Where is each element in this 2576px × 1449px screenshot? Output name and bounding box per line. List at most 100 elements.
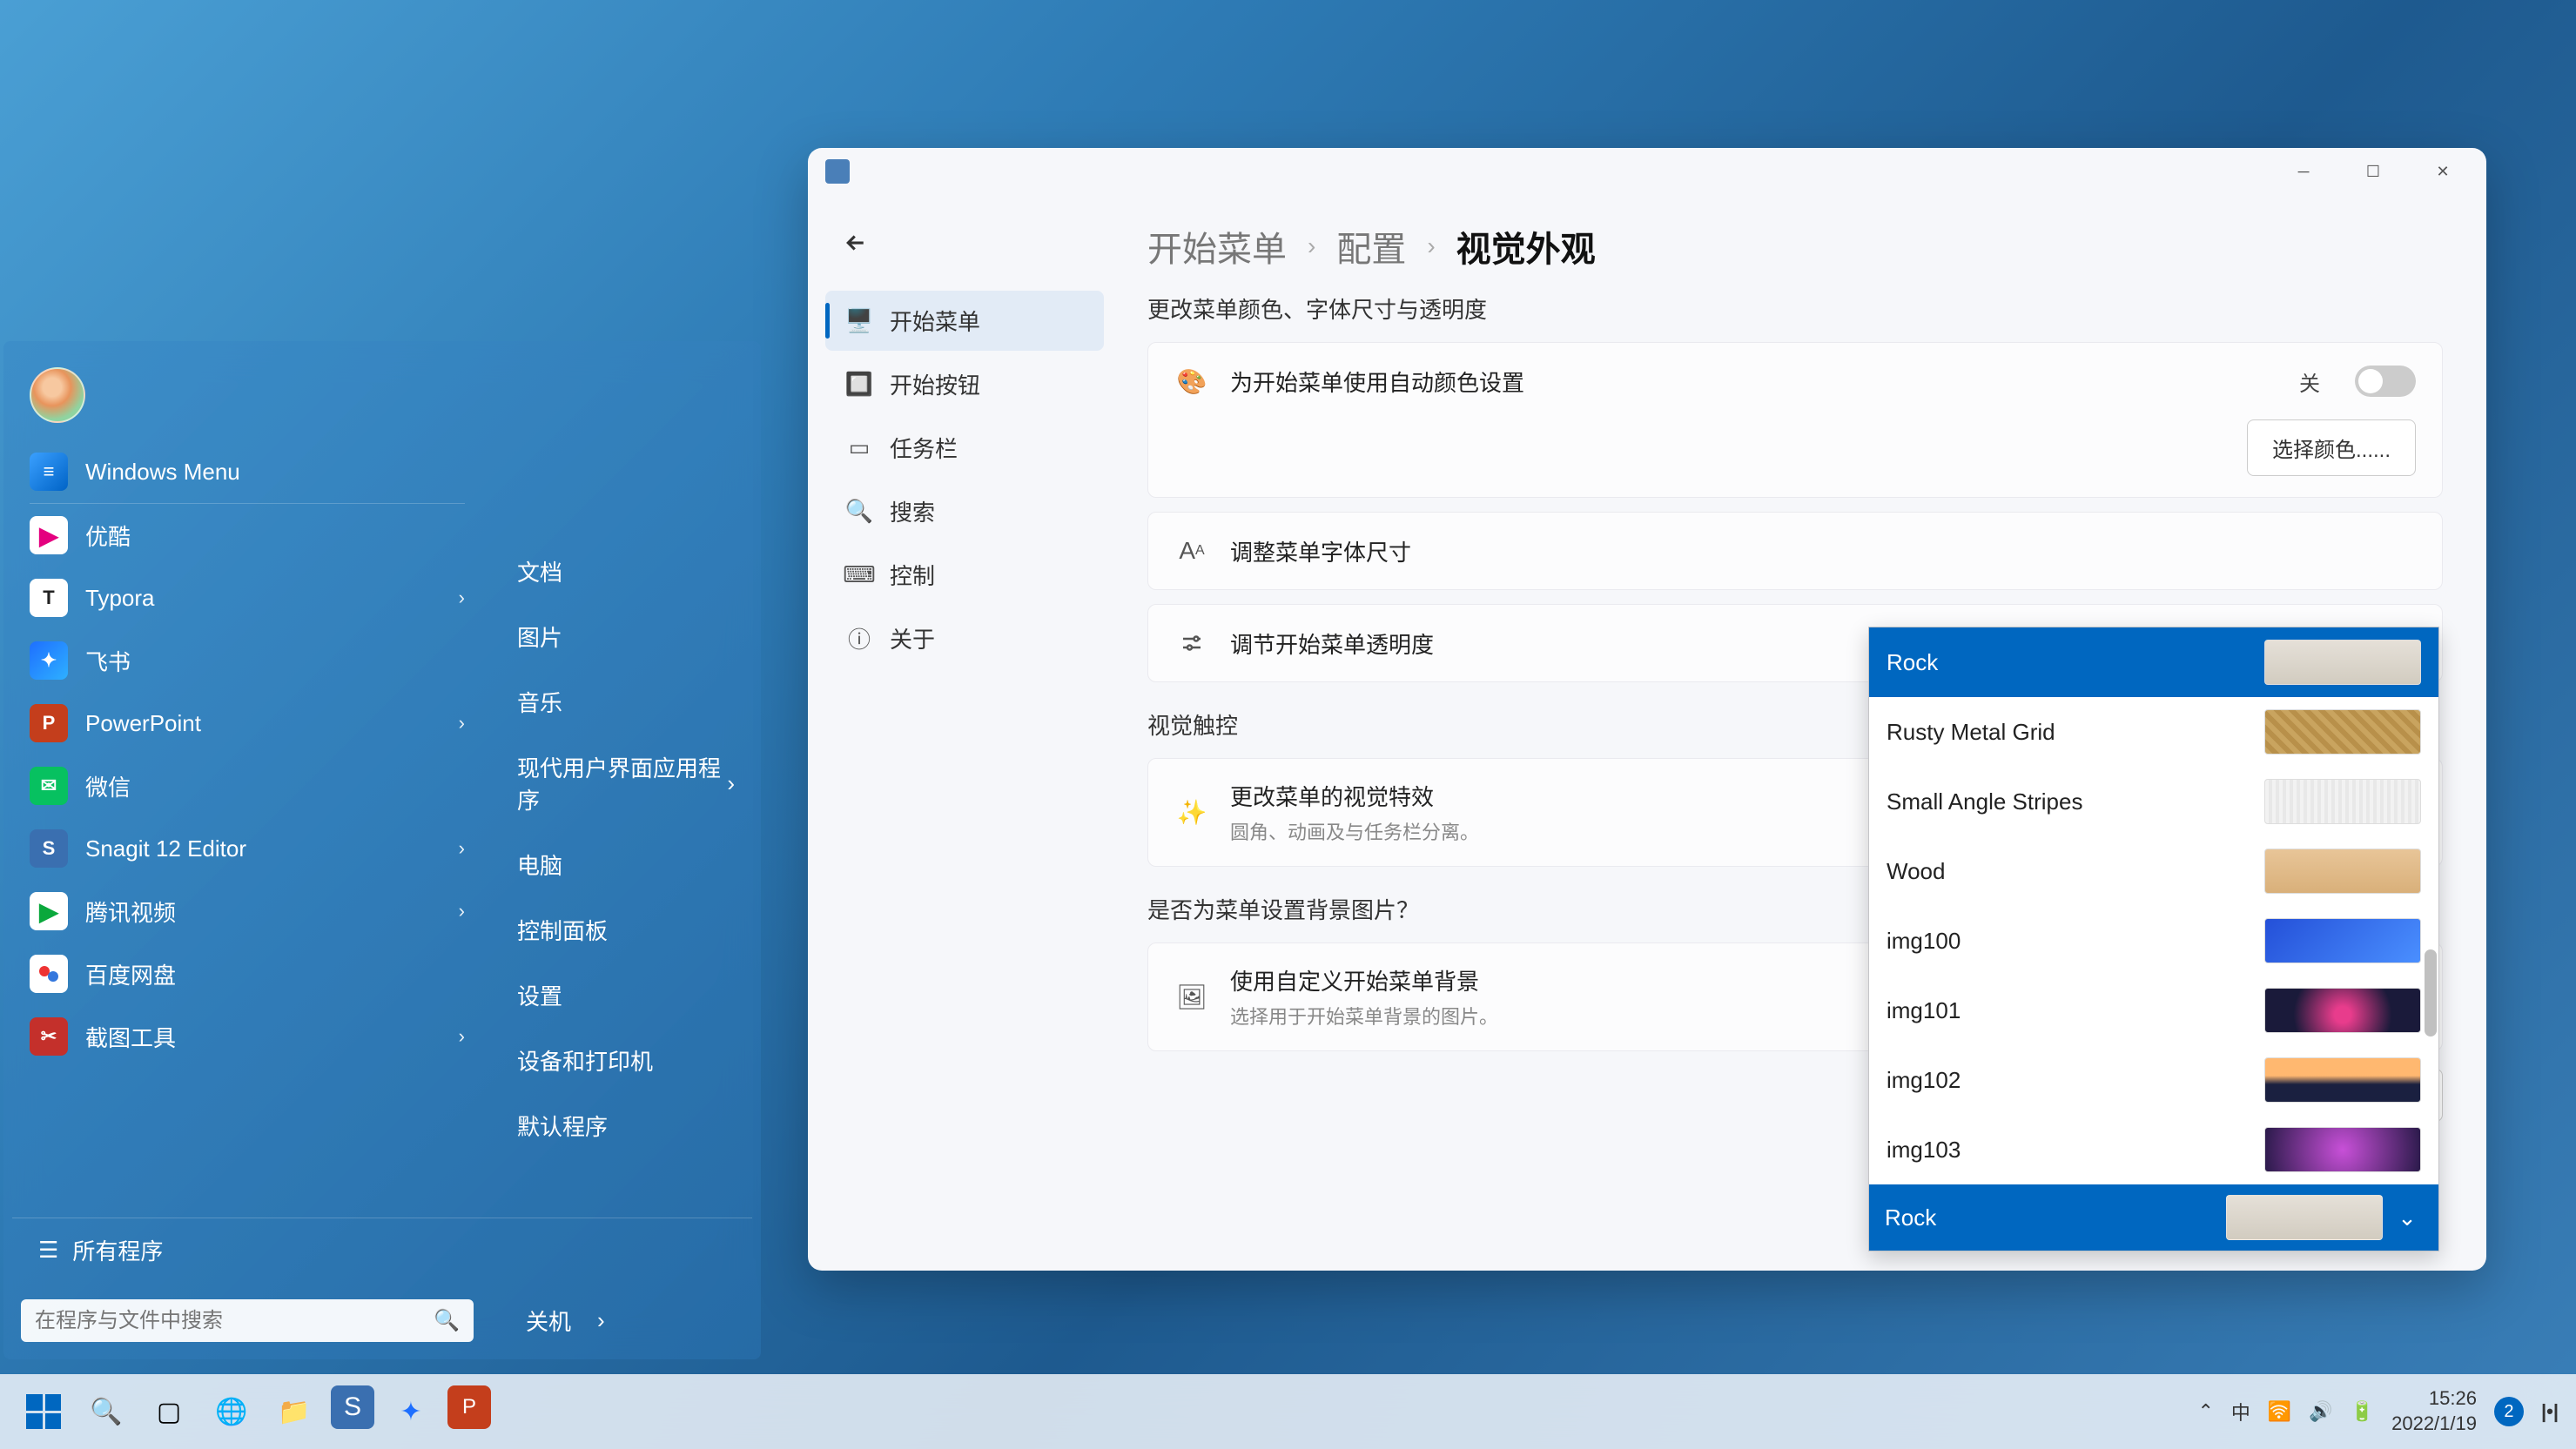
font-size-card[interactable]: AA 调整菜单字体尺寸	[1147, 512, 2443, 590]
breadcrumb-item[interactable]: 开始菜单	[1147, 221, 1287, 272]
app-label: 腾讯视频	[85, 896, 176, 928]
app-label: Windows Menu	[85, 459, 240, 486]
settings-window: ─ ☐ ✕ 🖥️ 开始菜单 🔲 开始按钮 ▭ 任务栏 🔍 搜索	[808, 148, 2486, 1271]
search-box[interactable]: 🔍	[21, 1299, 474, 1342]
row-subtitle: 选择用于开始菜单背景的图片。	[1230, 1002, 1498, 1030]
dropdown-option-stripes[interactable]: Small Angle Stripes	[1869, 767, 2438, 836]
row-subtitle: 圆角、动画及与任务栏分离。	[1230, 817, 1479, 845]
link-settings[interactable]: 设置	[508, 969, 743, 1022]
dropdown-option-img103[interactable]: img103	[1869, 1115, 2438, 1184]
taskbar-edge[interactable]: 🌐	[205, 1385, 258, 1438]
link-documents[interactable]: 文档	[508, 545, 743, 598]
dropdown-option-img101[interactable]: img101	[1869, 976, 2438, 1045]
sidebar-item-about[interactable]: ⓘ 关于	[825, 608, 1104, 668]
link-music[interactable]: 音乐	[508, 675, 743, 728]
dropdown-option-wood[interactable]: Wood	[1869, 836, 2438, 906]
scrollbar-thumb[interactable]	[2425, 949, 2437, 1036]
dropdown-option-img100[interactable]: img100	[1869, 906, 2438, 976]
app-baidu-pan[interactable]: 百度网盘	[12, 943, 482, 1005]
powerpoint-icon: P	[30, 704, 68, 742]
link-default-programs[interactable]: 默认程序	[508, 1099, 743, 1152]
font-size-icon: AA	[1174, 533, 1209, 568]
row-title: 调节开始菜单透明度	[1230, 627, 1434, 660]
sidebar-item-taskbar[interactable]: ▭ 任务栏	[825, 418, 1104, 478]
baidu-pan-icon	[30, 955, 68, 993]
wifi-icon[interactable]: 🛜	[2268, 1400, 2291, 1423]
app-typora[interactable]: T Typora ›	[12, 567, 482, 629]
maximize-button[interactable]: ☐	[2338, 148, 2408, 195]
sidebar-item-start-button[interactable]: 🔲 开始按钮	[825, 354, 1104, 414]
dropdown-option-img102[interactable]: img102	[1869, 1045, 2438, 1115]
taskbar-powerpoint[interactable]: P	[447, 1385, 491, 1429]
start-button[interactable]	[17, 1385, 70, 1438]
link-devices-printers[interactable]: 设备和打印机	[508, 1034, 743, 1087]
breadcrumb: 开始菜单 › 配置 › 视觉外观	[1147, 221, 2443, 272]
dropdown-list[interactable]: Rock Rusty Metal Grid Small Angle Stripe…	[1869, 627, 2438, 1184]
dropdown-selected[interactable]: Rock ⌄	[1869, 1184, 2438, 1251]
app-label: 截图工具	[85, 1021, 176, 1053]
start-menu: ≡ Windows Menu ▶ 优酷 T Typora › ✦ 飞书 P Po…	[3, 341, 761, 1359]
start-button-icon: 🔲	[846, 372, 872, 398]
youku-icon: ▶	[30, 516, 68, 554]
search-icon: 🔍	[434, 1308, 460, 1333]
clock[interactable]: 15:26 2022/1/19	[2391, 1386, 2477, 1436]
main-content: 开始菜单 › 配置 › 视觉外观 更改菜单颜色、字体尺寸与透明度 🎨 为开始菜单…	[1121, 195, 2486, 1271]
breadcrumb-item[interactable]: 配置	[1336, 221, 1406, 272]
link-computer[interactable]: 电脑	[508, 838, 743, 891]
minimize-button[interactable]: ─	[2269, 148, 2338, 195]
sidebar-item-search[interactable]: 🔍 搜索	[825, 481, 1104, 541]
row-title: 为开始菜单使用自动颜色设置	[1230, 366, 1524, 398]
app-tencent-video[interactable]: ▶ 腾讯视频 ›	[12, 880, 482, 943]
tray-app-icon[interactable]: |•|	[2541, 1400, 2559, 1423]
app-snipping-tool[interactable]: ✂ 截图工具 ›	[12, 1005, 482, 1068]
volume-icon[interactable]: 🔊	[2309, 1400, 2332, 1423]
start-menu-left-column: ≡ Windows Menu ▶ 优酷 T Typora › ✦ 飞书 P Po…	[3, 341, 491, 1218]
app-youku[interactable]: ▶ 优酷	[12, 504, 482, 567]
texture-thumbnail	[2264, 1057, 2421, 1103]
back-button[interactable]	[834, 221, 878, 265]
notification-badge[interactable]: 2	[2494, 1397, 2524, 1426]
choose-color-button[interactable]: 选择颜色......	[2247, 419, 2416, 476]
sidebar-item-start-menu[interactable]: 🖥️ 开始菜单	[825, 291, 1104, 351]
app-icon	[825, 159, 850, 184]
app-snagit[interactable]: S Snagit 12 Editor ›	[12, 817, 482, 880]
taskbar-feishu[interactable]: ✦	[385, 1385, 437, 1438]
auto-color-card: 🎨 为开始菜单使用自动颜色设置 关 选择颜色......	[1147, 342, 2443, 498]
link-control-panel[interactable]: 控制面板	[508, 903, 743, 956]
chevron-right-icon: ›	[1308, 232, 1315, 260]
search-input[interactable]	[35, 1309, 434, 1333]
chevron-right-icon: ›	[459, 712, 465, 735]
link-modern-ui-apps[interactable]: 现代用户界面应用程序›	[508, 741, 743, 826]
sidebar: 🖥️ 开始菜单 🔲 开始按钮 ▭ 任务栏 🔍 搜索 ⌨ 控制 ⓘ 关于	[808, 195, 1121, 1271]
app-wechat[interactable]: ✉ 微信	[12, 755, 482, 817]
ime-indicator[interactable]: 中	[2231, 1398, 2250, 1426]
tray-overflow-icon[interactable]: ⌃	[2197, 1400, 2213, 1423]
image-icon: 🖼	[1174, 980, 1209, 1015]
taskbar-snagit[interactable]: S	[331, 1385, 374, 1429]
task-view[interactable]: ▢	[143, 1385, 195, 1438]
dropdown-option-rock[interactable]: Rock	[1869, 627, 2438, 697]
system-tray: ⌃ 中 🛜 🔊 🔋 15:26 2022/1/19 2 |•|	[2197, 1386, 2559, 1436]
all-programs[interactable]: ☰ 所有程序	[12, 1218, 752, 1282]
app-windows-menu[interactable]: ≡ Windows Menu	[12, 440, 482, 503]
battery-icon[interactable]: 🔋	[2351, 1400, 2374, 1423]
link-pictures[interactable]: 图片	[508, 610, 743, 663]
sidebar-item-control[interactable]: ⌨ 控制	[825, 545, 1104, 605]
shutdown-button[interactable]: 关机 ›	[526, 1305, 605, 1337]
dropdown-option-rusty-metal[interactable]: Rusty Metal Grid	[1869, 697, 2438, 767]
search-icon: 🔍	[846, 499, 872, 525]
sparkle-icon: ✨	[1174, 795, 1209, 830]
chevron-right-icon: ›	[459, 837, 465, 860]
user-avatar[interactable]	[30, 367, 85, 423]
taskbar-search[interactable]: 🔍	[80, 1385, 132, 1438]
info-icon: ⓘ	[846, 626, 872, 652]
app-feishu[interactable]: ✦ 飞书	[12, 629, 482, 692]
taskbar-explorer[interactable]: 📁	[268, 1385, 320, 1438]
texture-thumbnail	[2264, 709, 2421, 755]
toggle-state: 关	[2299, 366, 2320, 397]
app-powerpoint[interactable]: P PowerPoint ›	[12, 692, 482, 755]
start-menu-right-column: 文档 图片 音乐 现代用户界面应用程序› 电脑 控制面板 设置 设备和打印机 默…	[491, 341, 761, 1218]
auto-color-toggle[interactable]	[2355, 366, 2416, 397]
close-button[interactable]: ✕	[2408, 148, 2478, 195]
chevron-right-icon[interactable]: ›	[597, 1307, 605, 1334]
